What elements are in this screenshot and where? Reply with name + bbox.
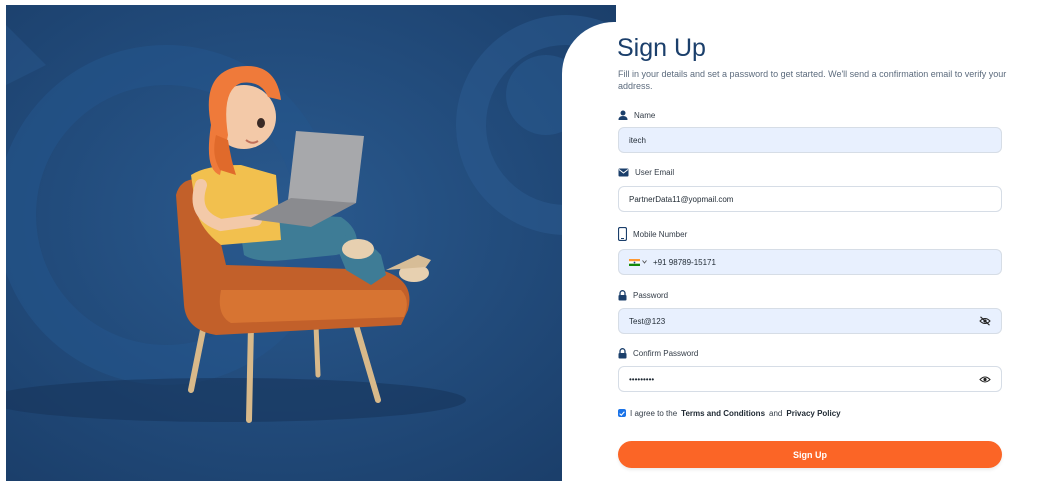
india-flag-icon [629, 258, 640, 266]
woman-on-chair-illustration [6, 5, 616, 481]
name-label-text: Name [634, 110, 656, 120]
terms-checkbox[interactable] [618, 409, 626, 417]
terms-prefix: I agree to the [630, 408, 678, 418]
password-label-text: Password [633, 290, 669, 300]
confirm-password-label: Confirm Password [618, 346, 698, 360]
terms-and-text: and [769, 408, 783, 418]
name-field[interactable]: itech [618, 127, 1002, 153]
mobile-field[interactable]: +91 98789-15171 [618, 249, 1002, 275]
privacy-policy-link[interactable]: Privacy Policy [786, 409, 840, 418]
eye-icon [979, 376, 991, 382]
email-value[interactable]: PartnerData11@yopmail.com [629, 195, 991, 204]
password-visibility-toggle[interactable] [979, 316, 991, 326]
password-field[interactable]: Test@123 [618, 308, 1002, 334]
envelope-icon [618, 168, 629, 176]
lock-icon [618, 347, 627, 358]
confirm-password-field[interactable]: ••••••••• [618, 366, 1002, 392]
lock-icon [618, 289, 627, 300]
terms-and-conditions-link[interactable]: Terms and Conditions [681, 409, 765, 418]
eye-slash-icon [979, 316, 991, 326]
checkmark-icon [619, 410, 625, 416]
sign-up-button-label: Sign Up [793, 449, 827, 460]
email-label: User Email [618, 165, 674, 179]
name-label: Name [618, 108, 655, 122]
mobile-value[interactable]: +91 98789-15171 [653, 258, 991, 267]
mobile-label: Mobile Number [618, 227, 687, 241]
confirm-password-visibility-toggle[interactable] [979, 375, 991, 384]
mobile-label-text: Mobile Number [633, 229, 688, 239]
email-field[interactable]: PartnerData11@yopmail.com [618, 186, 1002, 212]
page-subtitle: Fill in your details and set a password … [618, 69, 1007, 91]
mobile-phone-icon [618, 227, 627, 241]
password-label: Password [618, 288, 668, 302]
confirm-password-label-text: Confirm Password [633, 348, 699, 358]
name-value[interactable]: itech [629, 136, 991, 145]
confirm-password-value[interactable]: ••••••••• [629, 375, 979, 384]
sign-up-button[interactable]: Sign Up [618, 441, 1002, 468]
country-selector[interactable] [629, 258, 647, 266]
password-value[interactable]: Test@123 [629, 317, 979, 326]
hero-illustration [6, 5, 616, 481]
chevron-down-icon [642, 260, 647, 264]
page-title: Sign Up [617, 34, 706, 62]
terms-row: I agree to the Terms and Conditions and … [618, 407, 841, 419]
user-icon [618, 110, 628, 120]
email-label-text: User Email [635, 167, 675, 177]
